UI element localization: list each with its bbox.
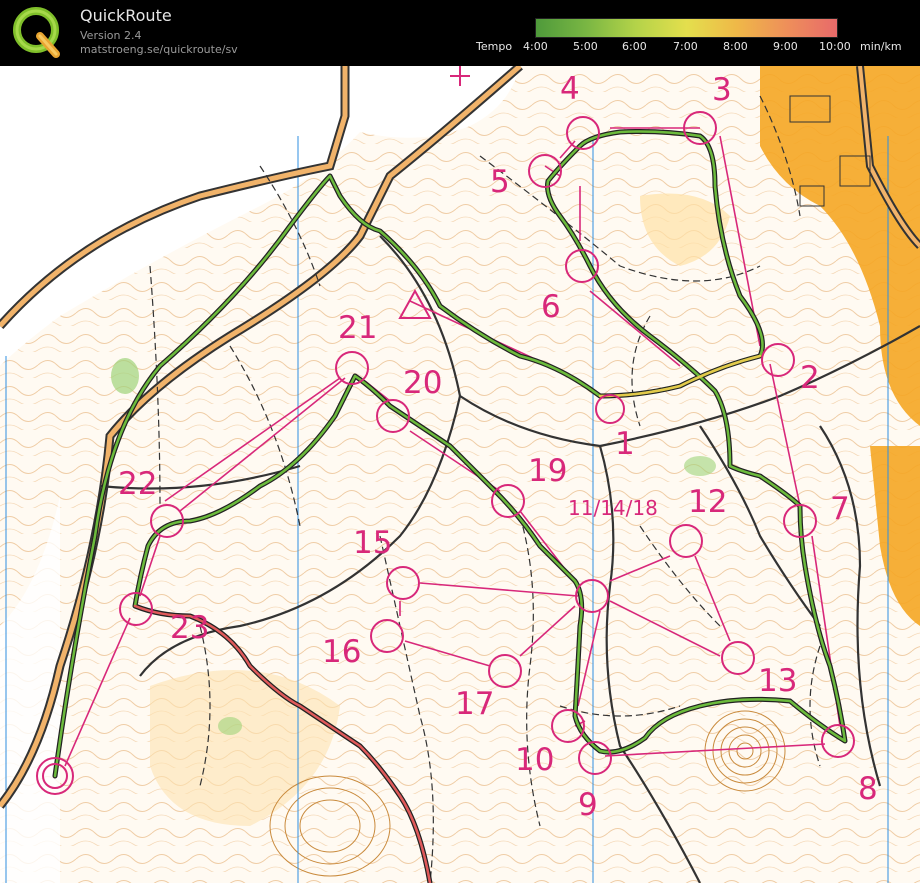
app-title: QuickRoute bbox=[80, 6, 172, 25]
control-number: 16 bbox=[322, 634, 361, 670]
tempo-tick: 6:00 bbox=[622, 40, 647, 53]
tempo-tick: 4:00 bbox=[523, 40, 548, 53]
tempo-labels: Tempo 4:00 5:00 6:00 7:00 8:00 9:00 10:0… bbox=[0, 40, 920, 54]
control-number: 19 bbox=[528, 453, 567, 489]
control-number: 2 bbox=[800, 360, 820, 396]
control-number: 7 bbox=[830, 491, 850, 527]
control-number: 17 bbox=[455, 686, 494, 722]
vegetation-patch bbox=[111, 358, 139, 394]
control-number: 23 bbox=[170, 610, 209, 646]
tempo-tick: 8:00 bbox=[723, 40, 748, 53]
tempo-tick: 9:00 bbox=[773, 40, 798, 53]
tempo-seg-0 bbox=[536, 19, 587, 37]
tempo-unit: min/km bbox=[860, 40, 902, 53]
control-number: 20 bbox=[403, 365, 442, 401]
control-number: 22 bbox=[118, 466, 157, 502]
tempo-seg-4 bbox=[736, 19, 787, 37]
app-header: QuickRoute Version 2.4 matstroeng.se/qui… bbox=[0, 0, 920, 66]
control-number: 15 bbox=[353, 525, 392, 561]
tempo-seg-5 bbox=[786, 19, 838, 37]
control-number: 1 bbox=[615, 426, 635, 462]
tempo-label: Tempo bbox=[476, 40, 513, 53]
control-number: 12 bbox=[688, 484, 727, 520]
control-number: 10 bbox=[515, 742, 554, 778]
control-number: 5 bbox=[490, 164, 510, 200]
control-number: 8 bbox=[858, 771, 878, 807]
orienteering-map[interactable]: 1 2 3 4 5 6 7 8 9 10 11/14/18 12 13 15 1… bbox=[0, 66, 920, 883]
map-canvas[interactable]: 1 2 3 4 5 6 7 8 9 10 11/14/18 12 13 15 1… bbox=[0, 66, 920, 883]
tempo-tick: 10:00 bbox=[819, 40, 851, 53]
vegetation-patch bbox=[218, 717, 242, 735]
tempo-seg-3 bbox=[686, 19, 737, 37]
control-number: 3 bbox=[712, 72, 732, 108]
vegetation-patch bbox=[684, 456, 716, 476]
control-number: 6 bbox=[541, 289, 561, 325]
control-number: 9 bbox=[578, 787, 598, 823]
tempo-tick: 7:00 bbox=[673, 40, 698, 53]
control-number: 13 bbox=[758, 663, 797, 699]
tempo-seg-2 bbox=[636, 19, 687, 37]
tempo-seg-1 bbox=[586, 19, 637, 37]
control-number: 11/14/18 bbox=[568, 496, 658, 520]
control-number: 21 bbox=[338, 310, 377, 346]
tempo-tick: 5:00 bbox=[573, 40, 598, 53]
control-number: 4 bbox=[560, 71, 580, 107]
tempo-color-scale bbox=[535, 18, 838, 38]
